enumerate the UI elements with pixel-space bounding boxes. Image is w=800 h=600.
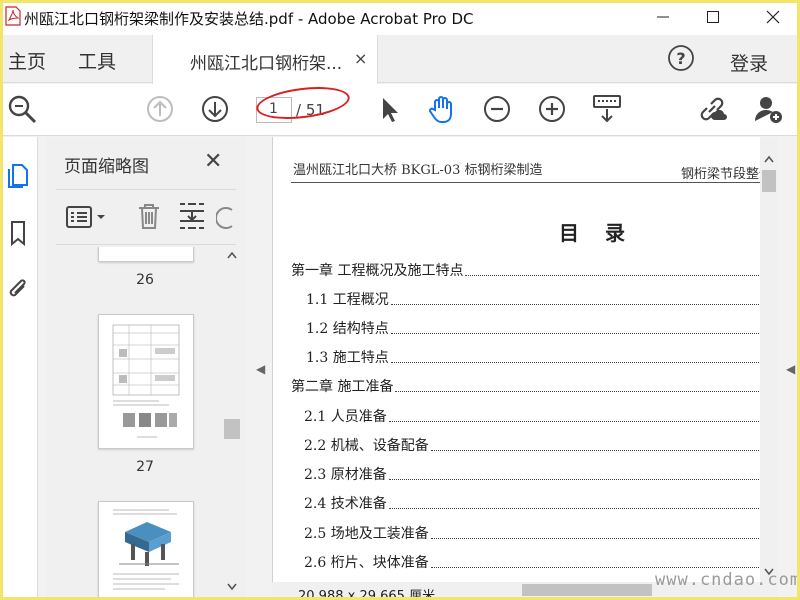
screenshot-frame [0, 0, 800, 600]
